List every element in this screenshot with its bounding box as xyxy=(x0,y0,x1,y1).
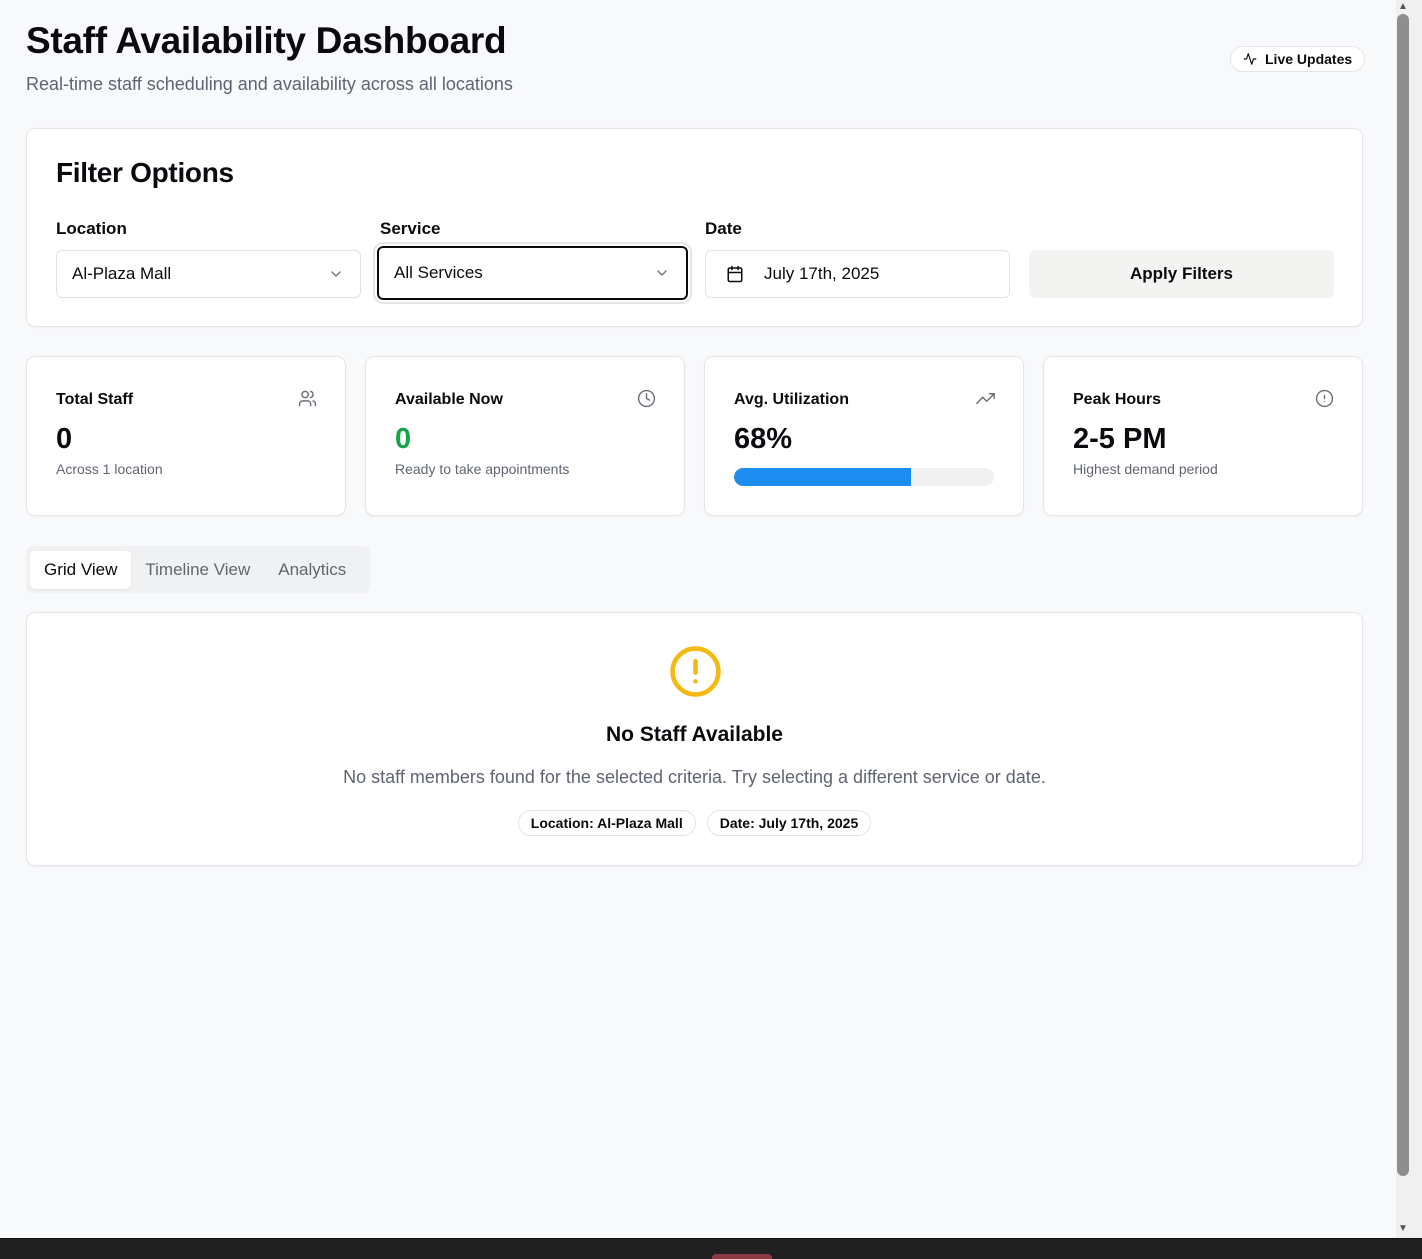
calendar-icon xyxy=(727,265,743,283)
warning-circle-icon xyxy=(670,646,721,697)
tab-analytics[interactable]: Analytics xyxy=(264,551,360,589)
tab-grid-view[interactable]: Grid View xyxy=(30,550,132,589)
activity-icon xyxy=(1243,53,1257,65)
location-chip: Location: Al-Plaza Mall xyxy=(517,810,696,836)
stat-card-available-now: Available Now 0 Ready to take appointmen… xyxy=(365,356,685,516)
date-label: Date xyxy=(705,219,742,238)
page-header: Staff Availability Dashboard Real-time s… xyxy=(26,18,513,95)
stat-card-peak-hours: Peak Hours 2-5 PM Highest demand period xyxy=(1043,356,1363,516)
stat-label: Available Now xyxy=(395,391,503,408)
clock-icon xyxy=(637,389,656,408)
empty-state-description: No staff members found for the selected … xyxy=(343,767,1046,787)
date-value: July 17th, 2025 xyxy=(764,264,880,283)
stat-label: Peak Hours xyxy=(1073,391,1162,408)
view-tabs: Grid View Timeline View Analytics xyxy=(26,546,370,593)
tab-timeline-view[interactable]: Timeline View xyxy=(131,551,264,589)
service-value: All Services xyxy=(394,263,483,282)
stat-value: 0 xyxy=(395,423,412,455)
filter-card: Filter Options Location Al-Plaza Mall Se… xyxy=(26,128,1363,327)
location-label: Location xyxy=(56,219,127,238)
filter-chips: Location: Al-Plaza Mall Date: July 17th,… xyxy=(27,810,1362,836)
utilization-progress-bar xyxy=(734,468,994,486)
trending-up-icon xyxy=(976,393,995,404)
stat-card-utilization: Avg. Utilization 68% xyxy=(704,356,1024,516)
date-picker[interactable]: July 17th, 2025 xyxy=(705,250,1010,298)
stat-value: 2-5 PM xyxy=(1073,423,1167,455)
stat-subtext: Across 1 location xyxy=(56,461,163,477)
stat-value: 68% xyxy=(734,423,793,455)
apply-filters-button[interactable]: Apply Filters xyxy=(1029,250,1334,298)
date-chip: Date: July 17th, 2025 xyxy=(706,810,872,836)
filter-title: Filter Options xyxy=(56,157,234,188)
stat-subtext: Ready to take appointments xyxy=(395,461,570,477)
taskbar xyxy=(0,1238,1422,1259)
location-select[interactable]: Al-Plaza Mall xyxy=(56,250,361,298)
page-title: Staff Availability Dashboard xyxy=(26,20,507,61)
taskbar-app-item[interactable] xyxy=(712,1254,772,1259)
stat-subtext: Highest demand period xyxy=(1073,461,1218,477)
alert-circle-icon xyxy=(1315,389,1334,408)
page-subtitle: Real-time staff scheduling and availabil… xyxy=(26,74,513,94)
live-updates-badge: Live Updates xyxy=(1230,46,1366,72)
empty-state-card: No Staff Available No staff members foun… xyxy=(26,612,1363,866)
users-icon xyxy=(298,390,317,407)
vertical-scrollbar[interactable]: ▲ ▼ xyxy=(1396,0,1422,1238)
stat-card-total-staff: Total Staff 0 Across 1 location xyxy=(26,356,346,516)
dashboard-page: Staff Availability Dashboard Real-time s… xyxy=(0,0,1396,1238)
stat-value: 0 xyxy=(56,423,73,455)
service-label: Service xyxy=(380,219,441,238)
service-select[interactable]: All Services xyxy=(375,244,690,302)
location-value: Al-Plaza Mall xyxy=(72,264,172,283)
scroll-thumb[interactable] xyxy=(1397,14,1409,1176)
stat-label: Avg. Utilization xyxy=(734,391,849,408)
stat-label: Total Staff xyxy=(56,391,134,408)
chevron-down-icon xyxy=(331,271,341,277)
chevron-down-icon xyxy=(657,270,667,276)
scroll-down-icon[interactable]: ▼ xyxy=(1396,1222,1410,1234)
empty-state-title: No Staff Available xyxy=(606,723,783,746)
scroll-up-icon[interactable]: ▲ xyxy=(1396,0,1410,12)
progress-fill xyxy=(734,468,911,486)
live-updates-label: Live Updates xyxy=(1265,51,1353,67)
